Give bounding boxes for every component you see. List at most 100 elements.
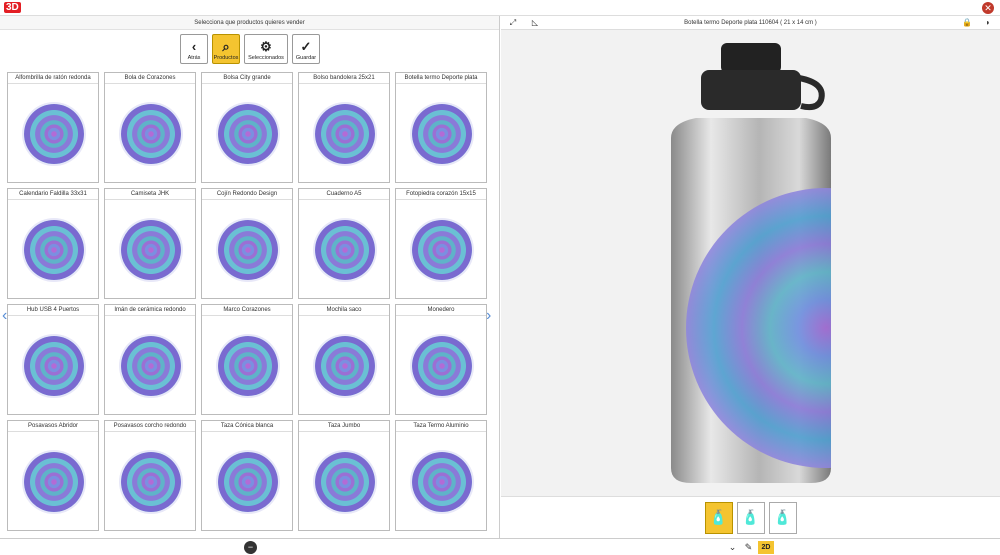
- product-thumbnail: [404, 321, 480, 411]
- title-bar: 3D ✕: [0, 0, 1000, 16]
- product-card[interactable]: Hub USB 4 Puertos: [7, 304, 99, 415]
- mandala-design-image: [412, 220, 472, 280]
- product-card[interactable]: Cuaderno A5: [298, 188, 390, 299]
- bottom-bar: − ⌄ ✎ 2D: [0, 538, 1000, 555]
- lock-icon[interactable]: 🔒: [961, 16, 973, 30]
- product-grid: Alfombrilla de ratón redonda Bola de Cora…: [7, 72, 495, 534]
- product-card[interactable]: Fotopiedra corazón 15x15: [395, 188, 487, 299]
- panel-title: Selecciona que productos quieres vender: [0, 16, 499, 30]
- product-thumbnail: [16, 89, 92, 179]
- toolbar: ‹ Atrás ⌕ Productos ⚙ Seleccionados ✓ Guardar: [0, 34, 500, 66]
- product-name: Calendario Faldilla 33x31: [8, 189, 98, 200]
- product-name: Posavasos Abridor: [8, 421, 98, 432]
- product-name: Camiseta JHK: [105, 189, 195, 200]
- product-card[interactable]: Taza Jumbo: [298, 420, 390, 531]
- product-thumbnail: [113, 437, 189, 527]
- product-name: Posavasos corcho redondo: [105, 421, 195, 432]
- product-thumbnail: [113, 205, 189, 295]
- product-thumbnail: [113, 321, 189, 411]
- chevron-down-icon[interactable]: ⌄: [726, 541, 739, 554]
- product-card[interactable]: Taza Termo Aluminio: [395, 420, 487, 531]
- zoom-out-icon[interactable]: −: [244, 541, 257, 554]
- toolbar-label: Guardar: [295, 55, 317, 61]
- products-icon: ⌕: [222, 39, 230, 54]
- product-preview: [501, 30, 1000, 495]
- bottle-icon: 🧴: [741, 509, 760, 525]
- mandala-design-image: [412, 336, 472, 396]
- product-thumbnail: [404, 89, 480, 179]
- back-button[interactable]: ‹ Atrás: [180, 34, 208, 64]
- app-logo: 3D: [4, 2, 21, 13]
- product-name: Taza Cónica blanca: [202, 421, 292, 432]
- bottle-image: [670, 42, 831, 483]
- product-card[interactable]: Bolso bandolera 25x21: [298, 72, 390, 183]
- product-name: Bola de Corazones: [105, 73, 195, 84]
- product-card[interactable]: Botella termo Deporte plata: [395, 72, 487, 183]
- product-name: Taza Termo Aluminio: [396, 421, 486, 432]
- bottle-icon: 🧴: [773, 509, 792, 525]
- mandala-design-image: [315, 452, 375, 512]
- mandala-design-image: [315, 220, 375, 280]
- close-icon[interactable]: ✕: [982, 2, 994, 14]
- mandala-design-image: [412, 452, 472, 512]
- mandala-design-image: [24, 336, 84, 396]
- save-icon: ✓: [300, 39, 312, 54]
- bottle-icon: 🧴: [709, 509, 728, 525]
- product-thumbnail: [404, 437, 480, 527]
- mandala-design-image: [218, 104, 278, 164]
- mandala-design-image: [121, 336, 181, 396]
- product-thumbnail: [307, 89, 383, 179]
- product-card[interactable]: Camiseta JHK: [104, 188, 196, 299]
- product-thumbnail: [210, 321, 286, 411]
- mandala-design-image: [218, 336, 278, 396]
- product-card[interactable]: Monedero: [395, 304, 487, 415]
- mandala-design-image: [121, 104, 181, 164]
- toolbar-label: Productos: [213, 55, 239, 61]
- product-name: Marco Corazones: [202, 305, 292, 316]
- view-back-button[interactable]: 🧴: [768, 501, 797, 534]
- product-name: Alfombrilla de ratón redonda: [8, 73, 98, 84]
- pencil-icon[interactable]: ✎: [742, 541, 755, 554]
- product-thumbnail: [307, 437, 383, 527]
- selected-button[interactable]: ⚙ Seleccionados: [244, 34, 288, 64]
- products-button[interactable]: ⌕ Productos: [212, 34, 240, 64]
- product-thumbnail: [16, 321, 92, 411]
- view-selector: 🧴 🧴 🧴: [501, 496, 1000, 538]
- mandala-design-image: [121, 452, 181, 512]
- product-thumbnail: [307, 321, 383, 411]
- view-side-button[interactable]: 🧴: [736, 501, 765, 534]
- product-name: Bolso bandolera 25x21: [299, 73, 389, 84]
- product-card[interactable]: Posavasos corcho redondo: [104, 420, 196, 531]
- product-thumbnail: [404, 205, 480, 295]
- product-thumbnail: [16, 205, 92, 295]
- product-card[interactable]: Alfombrilla de ratón redonda: [7, 72, 99, 183]
- product-card[interactable]: Mochila saco: [298, 304, 390, 415]
- product-card[interactable]: Taza Cónica blanca: [201, 420, 293, 531]
- product-card[interactable]: Cojín Redondo Design: [201, 188, 293, 299]
- mandala-design-image: [24, 452, 84, 512]
- mandala-design-image: [24, 220, 84, 280]
- product-name: Hub USB 4 Puertos: [8, 305, 98, 316]
- product-card[interactable]: Imán de cerámica redondo: [104, 304, 196, 415]
- product-card[interactable]: Bola de Corazones: [104, 72, 196, 183]
- contrast-icon[interactable]: ◑: [981, 16, 993, 30]
- product-card[interactable]: Posavasos Abridor: [7, 420, 99, 531]
- product-name: Cuaderno A5: [299, 189, 389, 200]
- product-thumbnail: [210, 89, 286, 179]
- view-front-button[interactable]: 🧴: [704, 501, 733, 534]
- product-card[interactable]: Bolsa City grande: [201, 72, 293, 183]
- mode-2d-button[interactable]: 2D: [758, 541, 774, 554]
- toolbar-label: Seleccionados: [248, 55, 284, 61]
- mandala-design-image: [315, 336, 375, 396]
- product-thumbnail: [210, 205, 286, 295]
- mandala-design-image: [218, 452, 278, 512]
- product-card[interactable]: Calendario Faldilla 33x31: [7, 188, 99, 299]
- product-name: Imán de cerámica redondo: [105, 305, 195, 316]
- save-button[interactable]: ✓ Guardar: [292, 34, 320, 64]
- product-thumbnail: [210, 437, 286, 527]
- toolbar-label: Atrás: [187, 55, 201, 61]
- preview-panel: ⤢ ◺ Botella termo Deporte plata 110604 (…: [501, 16, 1000, 538]
- mandala-design-image: [218, 220, 278, 280]
- mandala-design-image: [412, 104, 472, 164]
- product-card[interactable]: Marco Corazones: [201, 304, 293, 415]
